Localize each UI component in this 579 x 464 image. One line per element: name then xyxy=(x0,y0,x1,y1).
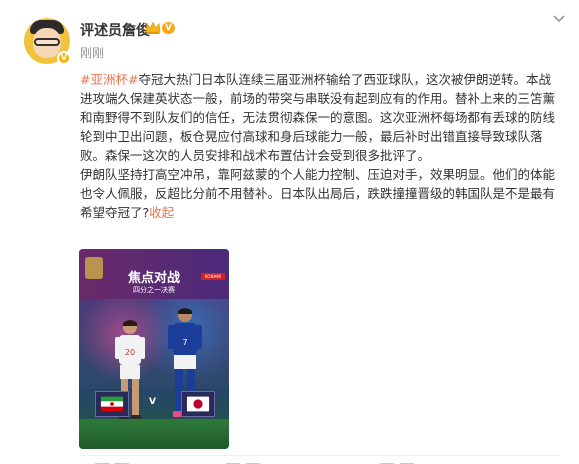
player-blue-number: 7 xyxy=(182,338,187,347)
avatar-glasses xyxy=(34,38,60,46)
player-white-number: 20 xyxy=(125,348,135,357)
collapse-link[interactable]: 收起 xyxy=(149,205,174,220)
verified-badge-icon: V xyxy=(57,51,71,65)
image-headline: 焦点对战 xyxy=(127,271,180,286)
topic-link[interactable]: #亚洲杯# xyxy=(80,72,138,87)
paragraph-1-text: 夺冠大热门日本队连续三届亚洲杯输给了西亚球队，这次被伊朗逆转。本战进攻端久保建英… xyxy=(80,72,556,163)
chevron-down-icon[interactable] xyxy=(552,14,566,24)
image-subhead: 四分之一决赛 xyxy=(133,286,175,294)
comment-button[interactable] xyxy=(226,456,266,464)
crown-icon xyxy=(145,21,161,34)
post-body: #亚洲杯#夺冠大热门日本队连续三届亚洲杯输给了西亚球队，这次被伊朗逆转。本战进攻… xyxy=(80,70,560,222)
footer-divider xyxy=(80,455,560,456)
post-timestamp[interactable]: 刚刚 xyxy=(80,44,104,61)
vs-label: V xyxy=(149,397,156,407)
japan-flag-icon xyxy=(181,391,215,417)
image-pitch xyxy=(79,419,229,449)
iran-flag-icon xyxy=(95,391,129,417)
matchup-row: V xyxy=(95,391,215,417)
post-paragraph-1: #亚洲杯#夺冠大热门日本队连续三届亚洲杯输给了西亚球队，这次被伊朗逆转。本战进攻… xyxy=(80,70,560,165)
repost-button[interactable] xyxy=(95,456,135,464)
post-image[interactable]: KONAMI 焦点对战 四分之一决赛 20 7 V xyxy=(79,249,229,449)
username[interactable]: 评述员詹俊 xyxy=(80,20,150,40)
post-paragraph-2: 伊朗队坚持打高空冲吊，靠阿兹蒙的个人能力控制、压迫对手，效果明显。他们的体能也令… xyxy=(80,165,560,222)
level-badge: V xyxy=(162,22,175,34)
image-crowd xyxy=(79,299,229,389)
like-button[interactable] xyxy=(380,456,420,464)
